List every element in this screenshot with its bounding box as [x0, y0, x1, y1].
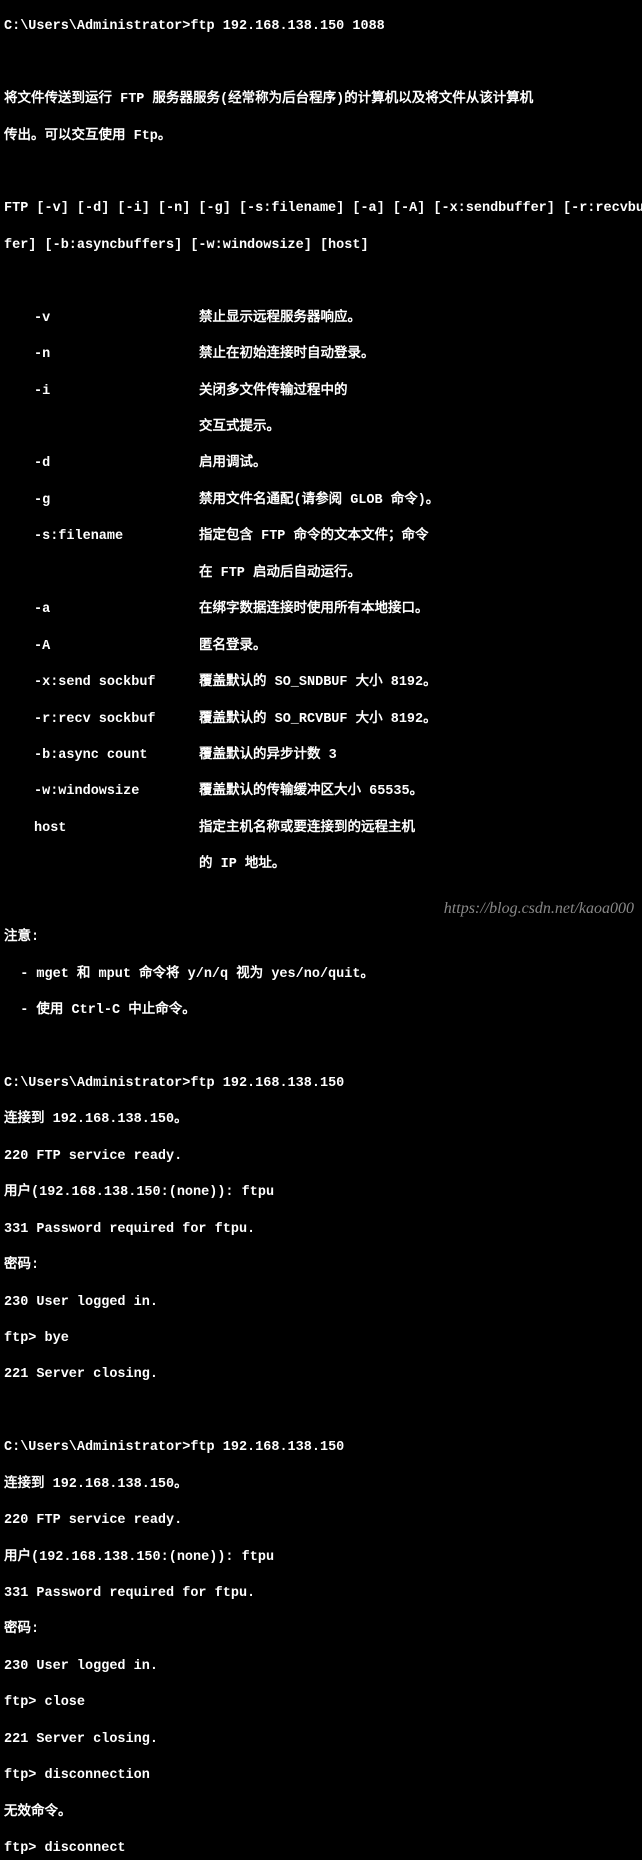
option-desc: 的 IP 地址。	[199, 856, 285, 874]
output-line: 密码:	[4, 1257, 638, 1275]
option-desc: 禁用文件名通配(请参阅 GLOB 命令)。	[199, 492, 439, 510]
option-key: -v	[4, 310, 199, 328]
output-line: 用户(192.168.138.150:(none)): ftpu	[4, 1549, 638, 1567]
cmd-prompt: C:\Users\Administrator>	[4, 19, 190, 34]
ftp-prompt-line[interactable]: ftp> disconnect	[4, 1840, 638, 1858]
option-key: -i	[4, 383, 199, 401]
option-key: -g	[4, 492, 199, 510]
ftp-prompt-line[interactable]: ftp> close	[4, 1694, 638, 1712]
option-row: -n禁止在初始连接时自动登录。	[4, 346, 638, 364]
option-key: -A	[4, 638, 199, 656]
cmd-input: ftp 192.168.138.150	[190, 1440, 344, 1455]
option-key: -a	[4, 601, 199, 619]
option-key: -n	[4, 346, 199, 364]
option-row: -d启用调试。	[4, 455, 638, 473]
intro-text: 传出。可以交互使用 Ftp。	[4, 128, 638, 146]
option-desc: 在 FTP 启动后自动运行。	[199, 565, 361, 583]
option-row: -a在绑字数据连接时使用所有本地接口。	[4, 601, 638, 619]
output-line: 连接到 192.168.138.150。	[4, 1476, 638, 1494]
option-desc: 交互式提示。	[199, 419, 280, 437]
option-key	[4, 419, 199, 437]
output-line: 用户(192.168.138.150:(none)): ftpu	[4, 1184, 638, 1202]
option-row: -s:filename指定包含 FTP 命令的文本文件；命令	[4, 528, 638, 546]
option-row: -r:recv sockbuf覆盖默认的 SO_RCVBUF 大小 8192。	[4, 711, 638, 729]
option-desc: 禁止显示远程服务器响应。	[199, 310, 361, 328]
option-desc: 覆盖默认的 SO_RCVBUF 大小 8192。	[199, 711, 437, 729]
option-row: 在 FTP 启动后自动运行。	[4, 565, 638, 583]
output-line: 331 Password required for ftpu.	[4, 1585, 638, 1603]
output-line: 密码:	[4, 1621, 638, 1639]
output-line: 221 Server closing.	[4, 1731, 638, 1749]
option-key	[4, 565, 199, 583]
option-key	[4, 856, 199, 874]
option-desc: 指定主机名称或要连接到的远程主机	[199, 820, 415, 838]
option-key: -x:send sockbuf	[4, 674, 199, 692]
prompt-line[interactable]: C:\Users\Administrator>ftp 192.168.138.1…	[4, 1439, 638, 1457]
option-desc: 禁止在初始连接时自动登录。	[199, 346, 375, 364]
option-key: -d	[4, 455, 199, 473]
option-row: -g禁用文件名通配(请参阅 GLOB 命令)。	[4, 492, 638, 510]
notes-text: - 使用 Ctrl-C 中止命令。	[4, 1002, 638, 1020]
terminal-output: C:\Users\Administrator>ftp 192.168.138.1…	[0, 0, 642, 1860]
output-line: 230 User logged in.	[4, 1294, 638, 1312]
usage-text: FTP [-v] [-d] [-i] [-n] [-g] [-s:filenam…	[4, 200, 638, 218]
ftp-prompt-line[interactable]: ftp> bye	[4, 1330, 638, 1348]
option-row: -v禁止显示远程服务器响应。	[4, 310, 638, 328]
output-line: 331 Password required for ftpu.	[4, 1221, 638, 1239]
prompt-line[interactable]: C:\Users\Administrator>ftp 192.168.138.1…	[4, 18, 638, 36]
output-line: 无效命令。	[4, 1804, 638, 1822]
usage-text: fer] [-b:asyncbuffers] [-w:windowsize] […	[4, 237, 638, 255]
output-line: 220 FTP service ready.	[4, 1512, 638, 1530]
option-row: -i关闭多文件传输过程中的	[4, 383, 638, 401]
watermark-text: https://blog.csdn.net/kaoa000	[444, 898, 634, 920]
ftp-prompt-line[interactable]: ftp> disconnection	[4, 1767, 638, 1785]
notes-header: 注意:	[4, 929, 638, 947]
option-desc: 匿名登录。	[199, 638, 267, 656]
option-key: -b:async count	[4, 747, 199, 765]
option-row: -w:windowsize覆盖默认的传输缓冲区大小 65535。	[4, 783, 638, 801]
option-row: -A匿名登录。	[4, 638, 638, 656]
option-desc: 关闭多文件传输过程中的	[199, 383, 348, 401]
option-desc: 在绑字数据连接时使用所有本地接口。	[199, 601, 429, 619]
option-row: host指定主机名称或要连接到的远程主机	[4, 820, 638, 838]
option-row: 的 IP 地址。	[4, 856, 638, 874]
option-row: -b:async count覆盖默认的异步计数 3	[4, 747, 638, 765]
output-line: 连接到 192.168.138.150。	[4, 1111, 638, 1129]
option-key: -r:recv sockbuf	[4, 711, 199, 729]
cmd-prompt: C:\Users\Administrator>	[4, 1076, 190, 1091]
option-desc: 覆盖默认的异步计数 3	[199, 747, 337, 765]
cmd-prompt: C:\Users\Administrator>	[4, 1440, 190, 1455]
cmd-input: ftp 192.168.138.150 1088	[190, 19, 384, 34]
output-line: 220 FTP service ready.	[4, 1148, 638, 1166]
option-key: -w:windowsize	[4, 783, 199, 801]
option-row: -x:send sockbuf覆盖默认的 SO_SNDBUF 大小 8192。	[4, 674, 638, 692]
intro-text: 将文件传送到运行 FTP 服务器服务(经常称为后台程序)的计算机以及将文件从该计…	[4, 91, 638, 109]
output-line: 221 Server closing.	[4, 1366, 638, 1384]
option-desc: 覆盖默认的传输缓冲区大小 65535。	[199, 783, 423, 801]
option-desc: 指定包含 FTP 命令的文本文件；命令	[199, 528, 429, 546]
output-line: 230 User logged in.	[4, 1658, 638, 1676]
option-row: 交互式提示。	[4, 419, 638, 437]
prompt-line[interactable]: C:\Users\Administrator>ftp 192.168.138.1…	[4, 1075, 638, 1093]
notes-text: - mget 和 mput 命令将 y/n/q 视为 yes/no/quit。	[4, 966, 638, 984]
option-key: -s:filename	[4, 528, 199, 546]
option-desc: 覆盖默认的 SO_SNDBUF 大小 8192。	[199, 674, 437, 692]
option-desc: 启用调试。	[199, 455, 267, 473]
cmd-input: ftp 192.168.138.150	[190, 1076, 344, 1091]
option-key: host	[4, 820, 199, 838]
